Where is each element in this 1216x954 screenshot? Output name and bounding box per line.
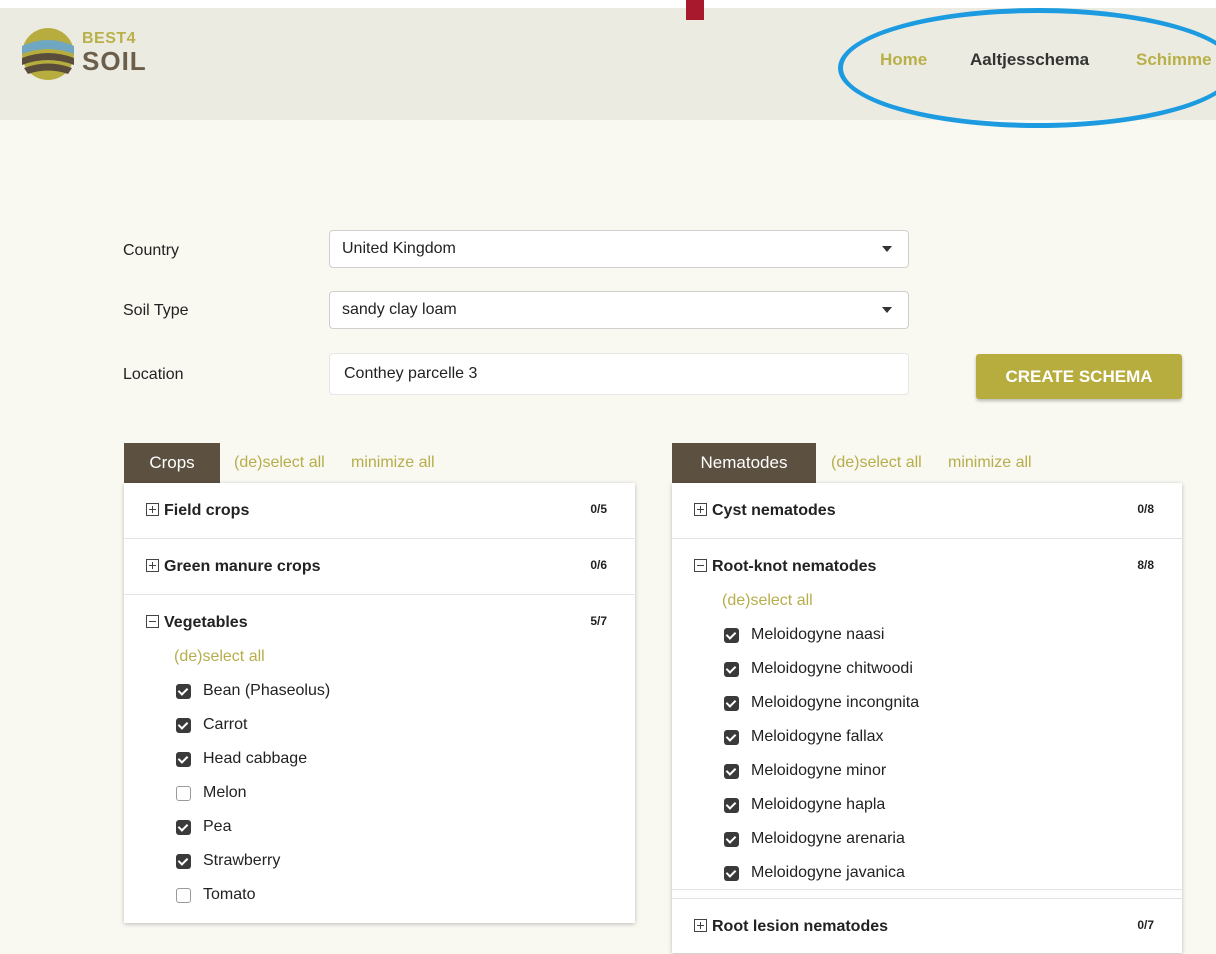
top-strip [0,0,1216,8]
nematodes-deselect-all-link[interactable]: (de)select all [831,454,922,472]
crops-panel: Field crops 0/5 Green manure crops 0/6 V… [124,483,635,923]
section-count: 8/8 [1137,558,1154,572]
country-select[interactable]: United Kingdom [329,230,909,268]
caret-down-icon [882,307,892,313]
country-value: United Kingdom [342,240,456,257]
expand-plus-icon[interactable] [694,919,707,932]
crops-section-green-manure[interactable]: Green manure crops 0/6 [124,539,635,595]
checkbox-checked-icon [176,854,191,869]
section-count: 0/6 [590,558,607,572]
section-count: 0/8 [1137,502,1154,516]
section-title: Cyst nematodes [712,502,836,519]
section-count: 0/5 [590,502,607,516]
checkbox-unchecked-icon [176,888,191,903]
nematodes-panel: Cyst nematodes 0/8 Root-knot nematodes 8… [672,483,1182,953]
country-label: Country [123,242,180,259]
checkbox-checked-icon [724,866,739,881]
checkbox-checked-icon [176,820,191,835]
logo-text-soil: SOIL [82,46,147,76]
soil-type-value: sandy clay loam [342,301,457,318]
expand-plus-icon[interactable] [694,503,707,516]
caret-down-icon [882,246,892,252]
section-count: 0/7 [1137,918,1154,932]
crops-deselect-all-link[interactable]: (de)select all [234,454,325,472]
expand-plus-icon[interactable] [146,503,159,516]
highlight-ellipse [838,8,1216,128]
checkbox-checked-icon [176,684,191,699]
vegetables-deselect-all-link[interactable]: (de)select all [174,648,265,666]
crops-section-field-crops[interactable]: Field crops 0/5 [124,483,635,539]
create-schema-button[interactable]: CREATE SCHEMA [976,354,1182,399]
section-title: Field crops [164,502,250,519]
root-knot-deselect-all-link[interactable]: (de)select all [722,592,813,610]
checkbox-checked-icon [724,764,739,779]
location-input[interactable]: Conthey parcelle 3 [329,353,909,395]
crops-minimize-all-link[interactable]: minimize all [351,454,435,472]
soil-type-select[interactable]: sandy clay loam [329,291,909,329]
checkbox-checked-icon [724,628,739,643]
expand-plus-icon[interactable] [146,559,159,572]
location-value: Conthey parcelle 3 [344,365,478,382]
collapse-minus-icon[interactable] [694,559,707,572]
nematodes-section-root-knot: Root-knot nematodes 8/8 (de)select all M… [672,539,1182,890]
nematodes-section-cyst[interactable]: Cyst nematodes 0/8 [672,483,1182,539]
crops-section-vegetables: Vegetables 5/7 (de)select all Bean (Phas… [124,595,635,915]
section-title: Green manure crops [164,558,321,575]
red-marker [686,0,704,20]
tab-crops[interactable]: Crops [124,443,220,483]
checkbox-checked-icon [724,696,739,711]
tab-nematodes[interactable]: Nematodes [672,443,816,483]
location-label: Location [123,366,184,383]
nematodes-minimize-all-link[interactable]: minimize all [948,454,1032,472]
section-title: Vegetables [164,614,248,631]
checkbox-checked-icon [176,718,191,733]
checkbox-checked-icon [724,730,739,745]
collapse-minus-icon[interactable] [146,615,159,628]
checkbox-unchecked-icon [176,786,191,801]
checkbox-checked-icon [176,752,191,767]
section-title: Root lesion nematodes [712,918,889,935]
soil-type-label: Soil Type [123,302,189,319]
nematodes-section-root-lesion[interactable]: Root lesion nematodes 0/7 [672,898,1182,954]
section-count: 5/7 [590,614,607,628]
checkbox-checked-icon [724,832,739,847]
checkbox-checked-icon [724,662,739,677]
section-title: Root-knot nematodes [712,558,877,575]
checkbox-checked-icon [724,798,739,813]
